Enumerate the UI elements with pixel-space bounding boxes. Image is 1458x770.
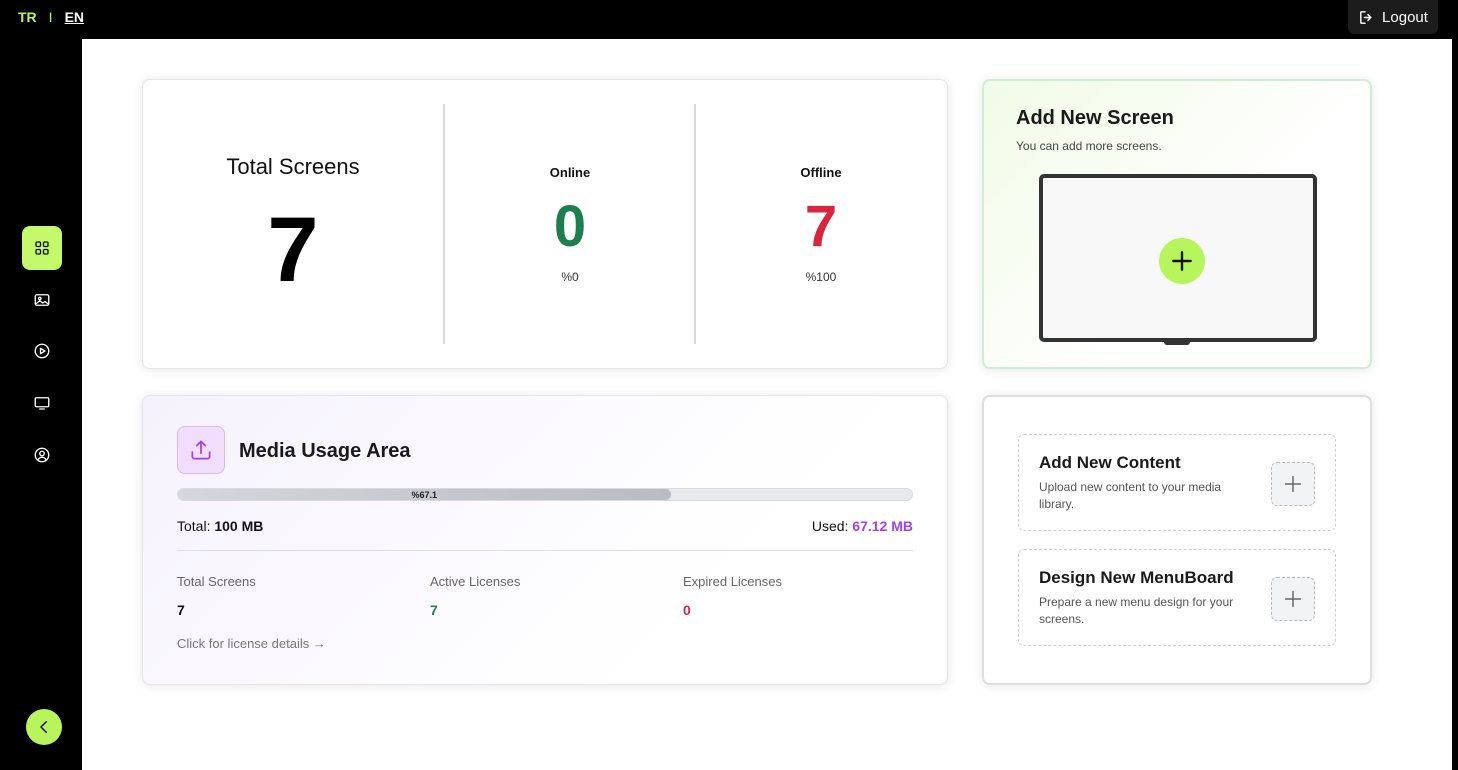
license-expired: Expired Licenses 0 <box>683 574 903 618</box>
plus-icon <box>1172 251 1192 271</box>
storage-progress-label: %67.1 <box>411 489 438 500</box>
add-new-content-action[interactable]: Add New Content Upload new content to yo… <box>1018 434 1336 531</box>
logout-button[interactable]: Logout <box>1348 0 1438 34</box>
add-content-button[interactable] <box>1271 462 1315 506</box>
logout-icon <box>1360 10 1372 24</box>
license-stat-label: Active Licenses <box>430 574 521 589</box>
storage-used-value: 67.12 MB <box>852 518 913 534</box>
add-screen-button[interactable] <box>1159 238 1205 284</box>
sidebar <box>0 39 82 770</box>
plus-icon <box>1284 590 1302 608</box>
offline-value: 7 <box>804 194 838 259</box>
online-percent: %0 <box>561 270 579 284</box>
dashboard-grid-icon <box>35 241 49 255</box>
lang-en-link[interactable]: EN <box>65 9 84 25</box>
license-stat-label: Expired Licenses <box>683 574 782 589</box>
add-screen-title: Add New Screen <box>1016 107 1174 129</box>
offline-percent: %100 <box>805 270 837 284</box>
screen-stats-card: Total Screens 7 Online 0 %0 Offline 7 %1… <box>142 79 948 369</box>
storage-progress-bar: %67.1 <box>177 488 913 501</box>
media-gallery-icon <box>34 294 50 306</box>
tv-illustration <box>1039 174 1317 342</box>
user-profile-icon <box>34 447 50 463</box>
logout-label: Logout <box>1382 8 1428 26</box>
top-bar: TR I EN Logout <box>0 0 1458 39</box>
storage-used-label: Used: <box>811 518 849 534</box>
monitor-icon <box>34 397 50 410</box>
storage-total-value: 100 MB <box>214 518 264 534</box>
total-screens-label: Total Screens <box>226 154 360 179</box>
design-menuboard-button[interactable] <box>1271 577 1315 621</box>
lang-tr-link[interactable]: TR <box>18 9 37 25</box>
action-title: Add New Content <box>1039 453 1181 472</box>
design-menuboard-action[interactable]: Design New MenuBoard Prepare a new menu … <box>1018 549 1336 646</box>
plus-icon <box>1284 475 1302 493</box>
add-new-screen-card[interactable]: Add New Screen You can add more screens. <box>982 79 1372 369</box>
action-title: Design New MenuBoard <box>1039 568 1234 587</box>
sidebar-collapse-button[interactable] <box>26 709 62 745</box>
online-stat: Online 0 %0 <box>445 80 695 370</box>
online-label: Online <box>549 165 591 180</box>
total-screens-value: 7 <box>267 199 319 301</box>
storage-total: Total: 100 MB <box>177 518 263 534</box>
offline-label: Offline <box>800 165 842 180</box>
sidebar-item-profile[interactable] <box>22 435 62 475</box>
quick-actions-card: Add New Content Upload new content to yo… <box>982 395 1372 685</box>
license-stat-value: 0 <box>683 602 691 618</box>
tv-stand <box>1164 340 1190 345</box>
sidebar-item-dashboard[interactable] <box>22 226 62 270</box>
media-usage-card: Media Usage Area %67.1 Total: 100 MB Use… <box>142 395 948 685</box>
upload-icon <box>177 426 225 474</box>
action-description: Upload new content to your media library… <box>1039 480 1222 511</box>
license-stat-value: 7 <box>177 602 185 618</box>
main-content: Total Screens 7 Online 0 %0 Offline 7 %1… <box>82 39 1452 770</box>
sidebar-item-media[interactable] <box>22 280 62 320</box>
total-screens-stat: Total Screens 7 <box>143 80 443 370</box>
play-circle-icon <box>34 343 50 359</box>
divider <box>177 550 913 551</box>
storage-used: Used: 67.12 MB <box>812 518 913 534</box>
license-stat-value: 7 <box>430 602 438 618</box>
language-switcher: TR I EN <box>18 9 84 25</box>
chevron-left-icon <box>40 721 47 733</box>
media-usage-title: Media Usage Area <box>239 440 411 462</box>
license-active: Active Licenses 7 <box>430 574 650 618</box>
sidebar-item-screens[interactable] <box>22 383 62 423</box>
sidebar-item-playlists[interactable] <box>22 331 62 371</box>
add-screen-subtitle: You can add more screens. <box>1016 139 1162 153</box>
online-value: 0 <box>553 194 587 259</box>
storage-total-label: Total: <box>177 518 211 534</box>
action-description: Prepare a new menu design for your scree… <box>1039 595 1234 626</box>
offline-stat: Offline 7 %100 <box>696 80 946 370</box>
license-details-link[interactable]: Click for license details → <box>177 636 326 651</box>
license-total-screens: Total Screens 7 <box>177 574 397 618</box>
lang-separator: I <box>48 9 53 25</box>
license-stat-label: Total Screens <box>177 574 256 589</box>
